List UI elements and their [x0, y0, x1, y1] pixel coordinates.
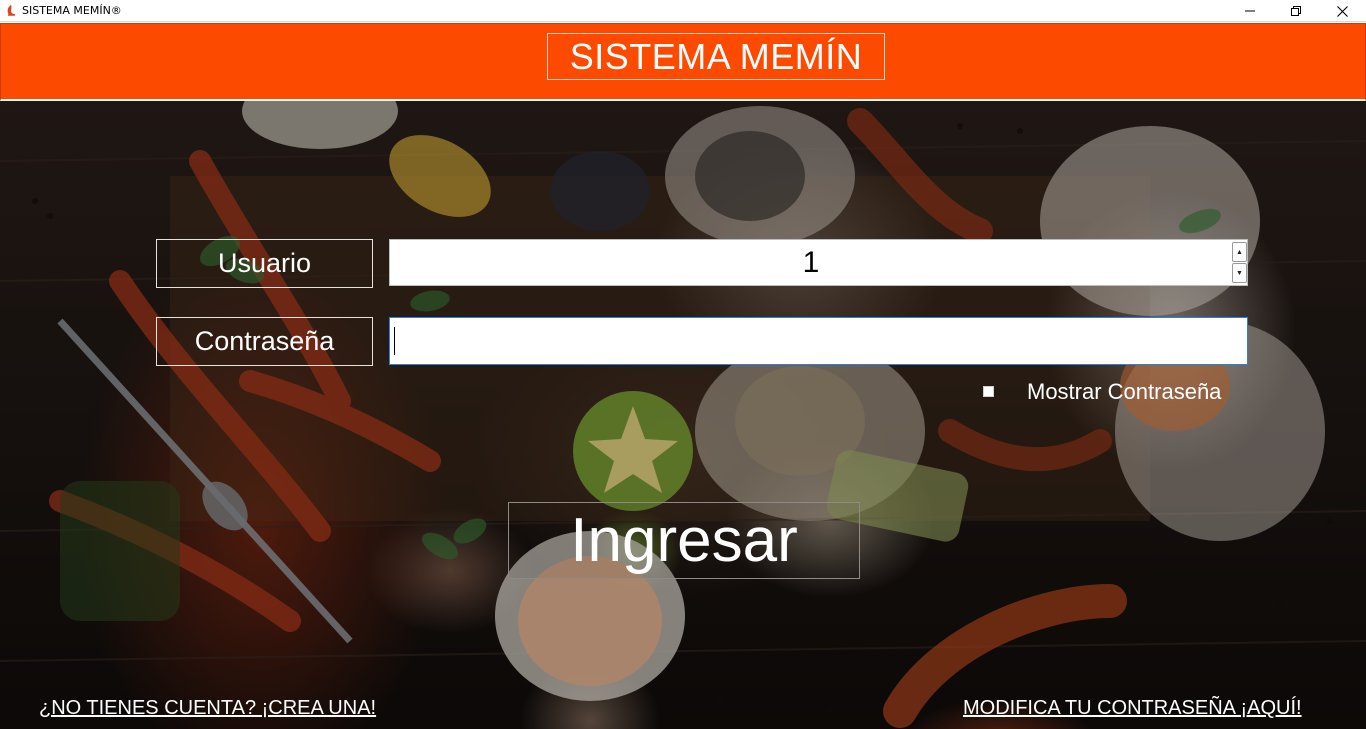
page-title: SISTEMA MEMÍN	[547, 33, 885, 80]
window-title: SISTEMA MEMÍN®	[22, 4, 122, 17]
login-button[interactable]: Ingresar	[508, 502, 860, 579]
user-label: Usuario	[156, 239, 373, 288]
caret-down-icon: ▼	[1236, 269, 1243, 277]
header-bar: SISTEMA MEMÍN	[0, 23, 1366, 101]
show-password-label[interactable]: Mostrar Contraseña	[1027, 379, 1221, 405]
background-food-image	[0, 101, 1366, 729]
create-account-link[interactable]: ¿NO TIENES CUENTA? ¡CREA UNA!	[39, 697, 376, 720]
window-titlebar: SISTEMA MEMÍN®	[0, 0, 1366, 22]
app-logo-icon	[7, 5, 15, 16]
text-caret	[394, 327, 395, 355]
show-password-checkbox[interactable]	[983, 386, 994, 397]
seafood-illustration	[0, 101, 1366, 729]
user-spinner[interactable]: 1 ▲ ▼	[389, 239, 1248, 286]
minimize-button[interactable]	[1227, 0, 1273, 22]
spinner-up-button[interactable]: ▲	[1232, 242, 1247, 262]
password-label: Contraseña	[156, 317, 373, 366]
caret-up-icon: ▲	[1236, 248, 1243, 256]
close-icon	[1336, 5, 1348, 17]
password-field[interactable]	[389, 317, 1248, 365]
user-spinner-value[interactable]: 1	[390, 240, 1232, 285]
maximize-icon	[1291, 6, 1301, 16]
close-button[interactable]	[1319, 0, 1365, 22]
minimize-icon	[1245, 10, 1255, 12]
maximize-button[interactable]	[1273, 0, 1319, 22]
spinner-down-button[interactable]: ▼	[1232, 263, 1247, 283]
modify-password-link[interactable]: MODIFICA TU CONTRASEÑA ¡AQUÍ!	[963, 697, 1302, 720]
